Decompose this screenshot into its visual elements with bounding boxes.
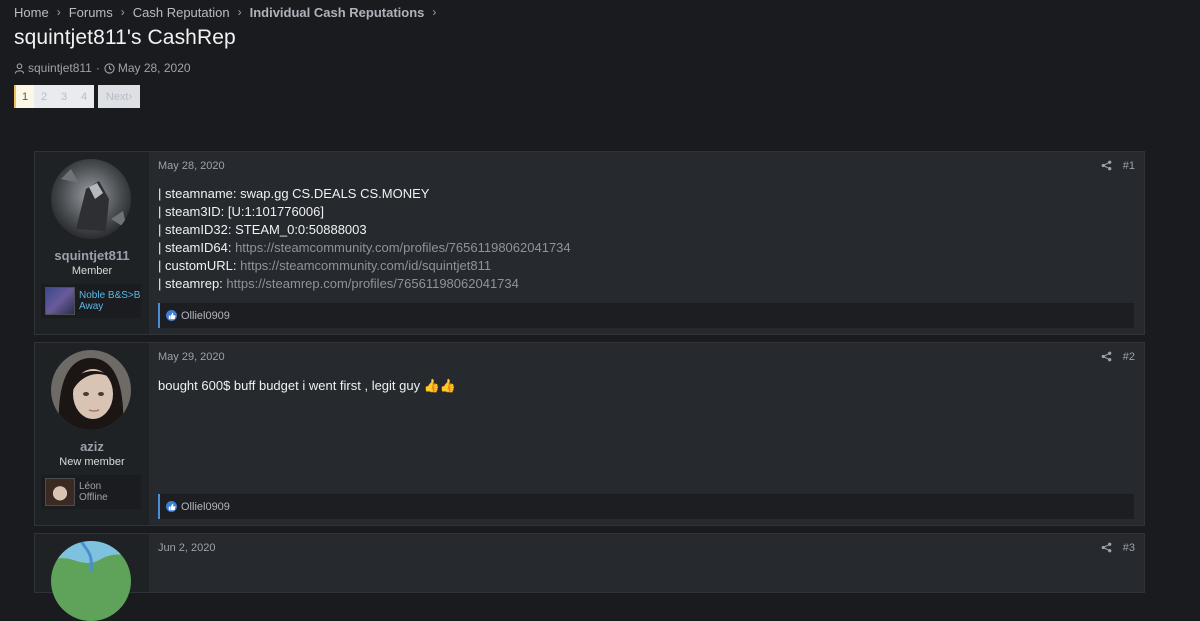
breadcrumb-individual-cash-reputations[interactable]: Individual Cash Reputations <box>250 5 425 20</box>
post-line: | steamID32: STEAM_0:0:50888003 <box>158 221 1134 239</box>
chevron-right-icon: › <box>237 5 242 19</box>
avatar[interactable] <box>51 541 131 621</box>
post-line: | customURL: https://steamcommunity.com/… <box>158 257 1134 275</box>
chevron-right-icon: › <box>56 5 61 19</box>
banner-text: Léon Offline <box>79 481 108 503</box>
user-icon <box>14 62 25 74</box>
banner-line-2: Offline <box>79 492 108 503</box>
line-label: | steamID32: <box>158 222 236 237</box>
line-label: | steam3ID: <box>158 204 228 219</box>
post-user-role: Member <box>71 265 113 277</box>
next-page-button[interactable]: Next › <box>98 85 140 108</box>
reactions-bar[interactable]: Olliel0909 <box>158 303 1134 328</box>
page-4-button[interactable]: 4 <box>74 85 94 108</box>
post-2: aziz New member Léon Offline May 29, 202… <box>34 342 1145 526</box>
next-label: Next <box>105 90 129 103</box>
reaction-user[interactable]: Olliel0909 <box>181 310 230 322</box>
post-line: | steamname: swap.gg CS.DEALS CS.MONEY <box>158 185 1134 203</box>
breadcrumb-forums[interactable]: Forums <box>69 5 113 20</box>
breadcrumb-home[interactable]: Home <box>14 5 49 20</box>
post-1: squintjet811 Member Noble B&S>B Away May… <box>34 151 1145 335</box>
banner-line-1: Noble B&S>B <box>79 290 141 301</box>
post-user-role: New member <box>59 456 125 468</box>
line-label: | steamrep: <box>158 276 227 291</box>
post-username[interactable]: aziz <box>35 439 149 454</box>
reaction-user[interactable]: Olliel0909 <box>181 501 230 513</box>
line-label: | steamname: <box>158 186 241 201</box>
chevron-right-icon: › <box>432 5 437 19</box>
post-text: bought 600$ buff budget i went first , l… <box>158 378 457 393</box>
user-banner: Noble B&S>B Away <box>41 284 141 318</box>
line-value: STEAM_0:0:50888003 <box>235 222 367 237</box>
user-banner: Léon Offline <box>41 475 141 509</box>
banner-line-2: Away <box>79 301 104 312</box>
post-user-panel <box>35 534 149 621</box>
banner-thumbnail <box>45 478 75 506</box>
reactions-bar[interactable]: Olliel0909 <box>158 494 1134 519</box>
share-icon[interactable] <box>1101 542 1112 553</box>
post-body: bought 600$ buff budget i went first , l… <box>158 377 1134 395</box>
page-3-button[interactable]: 3 <box>54 85 74 108</box>
post-number[interactable]: #3 <box>1123 542 1135 554</box>
post-date[interactable]: May 28, 2020 <box>158 160 225 172</box>
clock-icon <box>104 62 115 74</box>
thread-meta: squintjet811 · May 28, 2020 <box>14 61 191 75</box>
page-title: squintjet811's CashRep <box>14 26 236 49</box>
breadcrumb: Home › Forums › Cash Reputation › Indivi… <box>14 4 444 20</box>
post-user-panel: squintjet811 Member Noble B&S>B Away <box>35 152 149 334</box>
steamrep-link[interactable]: https://steamrep.com/profiles/7656119806… <box>226 276 518 291</box>
post-date[interactable]: May 29, 2020 <box>158 351 225 363</box>
line-value: [U:1:101776006] <box>227 204 324 219</box>
post-user-panel: aziz New member Léon Offline <box>35 343 149 525</box>
banner-line-1: Léon <box>79 481 102 492</box>
post-line: | steamID64: https://steamcommunity.com/… <box>158 239 1134 257</box>
post-username[interactable]: squintjet811 <box>35 248 149 263</box>
banner-text: Noble B&S>B Away <box>79 290 140 312</box>
line-value: swap.gg CS.DEALS CS.MONEY <box>240 186 430 201</box>
chevron-right-icon: › <box>120 5 125 19</box>
steamid64-link[interactable]: https://steamcommunity.com/profiles/7656… <box>235 240 571 255</box>
post-number[interactable]: #1 <box>1123 160 1135 172</box>
post-number[interactable]: #2 <box>1123 351 1135 363</box>
post-line: | steamrep: https://steamrep.com/profile… <box>158 275 1134 293</box>
page-2-button[interactable]: 2 <box>34 85 54 108</box>
like-icon <box>166 310 177 321</box>
share-icon[interactable] <box>1101 351 1112 362</box>
thread-date[interactable]: May 28, 2020 <box>118 61 191 75</box>
thread-author[interactable]: squintjet811 <box>28 61 92 75</box>
customurl-link[interactable]: https://steamcommunity.com/id/squintjet8… <box>240 258 491 273</box>
page-1-button[interactable]: 1 <box>14 85 34 108</box>
banner-thumbnail <box>45 287 75 315</box>
like-icon <box>166 501 177 512</box>
line-label: | steamID64: <box>158 240 236 255</box>
post-3: Jun 2, 2020 #3 <box>34 533 1145 621</box>
share-icon[interactable] <box>1101 160 1112 171</box>
chevron-right-icon: › <box>128 90 133 103</box>
avatar[interactable] <box>51 350 131 430</box>
meta-separator: · <box>95 61 100 75</box>
pagination: 1 2 3 4 Next › <box>14 85 140 108</box>
avatar[interactable] <box>51 159 131 239</box>
post-line: | steam3ID: [U:1:101776006] <box>158 203 1134 221</box>
breadcrumb-cash-reputation[interactable]: Cash Reputation <box>133 5 230 20</box>
post-date[interactable]: Jun 2, 2020 <box>158 542 216 554</box>
post-body: | steamname: swap.gg CS.DEALS CS.MONEY |… <box>158 185 1134 293</box>
line-label: | customURL: <box>158 258 241 273</box>
